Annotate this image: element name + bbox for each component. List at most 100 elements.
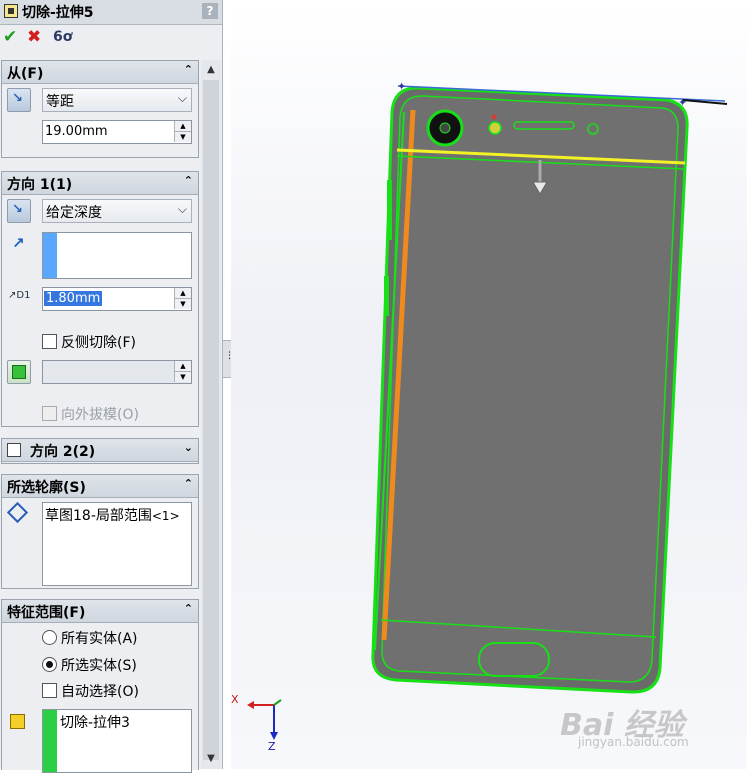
checkbox-box[interactable] [42, 683, 57, 698]
radio-circle[interactable] [42, 657, 57, 672]
action-bar: ✔ ✖ 6ơ [0, 25, 222, 52]
camera-lens [439, 122, 451, 134]
spin-down-icon: ▼ [174, 372, 191, 382]
solid-body-icon [10, 714, 25, 729]
triad-z-arrow [270, 732, 278, 740]
group-from: 从(F) ⌃ ↘ 等距 ⌵ 19.00mm ▲ ▼ [1, 60, 199, 158]
end-condition-value: 给定深度 [46, 205, 102, 221]
flip-side-checkbox[interactable]: 反侧切除(F) [42, 332, 136, 352]
spin-up-icon[interactable]: ▲ [174, 121, 191, 132]
all-bodies-label: 所有实体(A) [61, 631, 138, 647]
expand-icon[interactable]: ⌄ [184, 441, 193, 454]
group-from-title: 从(F) [7, 66, 44, 82]
selected-bodies-label: 所选实体(S) [61, 658, 137, 674]
chevron-down-icon: ⌵ [177, 91, 187, 105]
flash [488, 121, 502, 135]
bodies-list[interactable]: 切除-拉伸3 [42, 709, 192, 773]
side-button [387, 180, 392, 240]
body-item[interactable]: 切除-拉伸3 [60, 712, 130, 732]
group-contours: 所选轮廓(S) ⌃ 草图18-局部范围<1> [1, 474, 199, 589]
spin-down-icon[interactable]: ▼ [174, 299, 191, 309]
checkbox-box[interactable] [42, 334, 57, 349]
draft-angle-input: ▲ ▼ [42, 360, 192, 384]
detailed-preview-icon[interactable]: 6ơ [53, 27, 72, 47]
selection-color-bar [43, 710, 57, 772]
spin-down-icon[interactable]: ▼ [174, 132, 191, 142]
offset-input[interactable]: 19.00mm ▲ ▼ [42, 120, 192, 144]
selected-bodies-radio[interactable]: 所选实体(S) [42, 655, 137, 675]
collapse-icon[interactable]: ⌃ [184, 602, 193, 615]
group-contours-title: 所选轮廓(S) [7, 480, 86, 496]
triad-x-label: X [231, 693, 239, 706]
start-condition-icon: ↘ [7, 88, 31, 112]
group-feature-scope-title: 特征范围(F) [7, 605, 86, 621]
group-direction1-title: 方向 1(1) [7, 177, 73, 193]
cancel-x-icon[interactable]: ✖ [27, 27, 41, 47]
scroll-up-icon[interactable]: ▲ [203, 62, 219, 78]
start-condition-select[interactable]: 等距 ⌵ [42, 88, 192, 112]
auto-select-label: 自动选择(O) [61, 684, 139, 700]
graphics-viewport[interactable]: ✦ ✦ [231, 0, 747, 769]
model-view[interactable]: ✦ ✦ [231, 0, 747, 769]
property-manager: 切除-拉伸5 ? ✔ ✖ 6ơ ▲ ▼ 从(F) ⌃ ↘ 等距 ⌵ 19.00m… [0, 0, 223, 773]
group-contours-header[interactable]: 所选轮廓(S) ⌃ [2, 475, 198, 498]
flip-side-label: 反侧切除(F) [61, 335, 136, 351]
group-direction1: 方向 1(1) ⌃ ↘ 给定深度 ⌵ ↗ ↗D1 1.80mm ▲ ▼ 反侧切除… [1, 171, 199, 427]
help-button[interactable]: ? [202, 3, 218, 19]
offset-value: 19.00mm [45, 124, 108, 139]
reference-triad [247, 699, 282, 740]
radio-circle[interactable] [42, 630, 57, 645]
scroll-down-icon[interactable]: ▼ [203, 751, 219, 767]
depth-input[interactable]: 1.80mm ▲ ▼ [42, 287, 192, 311]
group-direction2: 方向 2(2) ⌄ [1, 438, 199, 464]
group-direction1-header[interactable]: 方向 1(1) ⌃ [2, 172, 198, 195]
group-feature-scope: 特征范围(F) ⌃ 所有实体(A) 所选实体(S) 自动选择(O) 切除-拉伸3 [1, 599, 199, 773]
triad-z-label: Z [268, 740, 276, 753]
contour-item-index: <1> [151, 509, 180, 523]
depth-dimension-icon: ↗D1 [8, 290, 31, 301]
phone-inner-outline [381, 95, 679, 683]
cube-icon [12, 365, 26, 379]
feature-title-bar: 切除-拉伸5 ? [0, 0, 222, 25]
draft-on-off-button[interactable] [7, 360, 31, 384]
start-condition-value: 等距 [46, 94, 74, 110]
direction2-checkbox[interactable] [7, 443, 21, 457]
sketch-point-icon: ✦ [397, 80, 406, 93]
group-direction2-header[interactable]: 方向 2(2) ⌄ [2, 439, 198, 462]
direction-vector-list[interactable] [42, 232, 192, 279]
collapse-icon[interactable]: ⌃ [184, 63, 193, 76]
group-from-header[interactable]: 从(F) ⌃ [2, 61, 198, 84]
collapse-icon[interactable]: ⌃ [184, 477, 193, 490]
side-button [384, 276, 389, 316]
group-direction2-title: 方向 2(2) [30, 444, 96, 460]
all-bodies-radio[interactable]: 所有实体(A) [42, 628, 138, 648]
draft-outward-checkbox: 向外拔模(O) [42, 404, 139, 424]
property-manager-scrollbar[interactable]: ▲ ▼ [201, 60, 221, 769]
collapse-icon[interactable]: ⌃ [184, 174, 193, 187]
feature-title: 切除-拉伸5 [22, 5, 94, 21]
contours-list[interactable]: 草图18-局部范围<1> [42, 502, 192, 586]
sketch-point-icon: ✦ [678, 96, 687, 109]
selection-color-bar [43, 233, 57, 278]
end-condition-select[interactable]: 给定深度 ⌵ [42, 199, 192, 223]
contour-item-name: 草图18-局部范围 [45, 508, 152, 524]
triad-y-axis [273, 699, 282, 706]
triad-x-arrow [247, 701, 254, 709]
ok-check-icon[interactable]: ✔ [3, 27, 17, 47]
checkbox-box [42, 406, 57, 421]
draft-outward-label: 向外拔模(O) [61, 407, 139, 423]
group-feature-scope-header[interactable]: 特征范围(F) ⌃ [2, 600, 198, 623]
auto-select-checkbox[interactable]: 自动选择(O) [42, 681, 139, 701]
depth-value: 1.80mm [44, 291, 103, 306]
cut-extrude-icon [4, 4, 18, 18]
direction-vector-icon: ↗ [12, 234, 25, 252]
contour-icon [6, 501, 29, 524]
contour-item[interactable]: 草图18-局部范围<1> [45, 505, 180, 525]
spin-up-icon: ▲ [174, 361, 191, 372]
chevron-down-icon: ⌵ [177, 202, 187, 216]
reverse-direction-button[interactable]: ↘ [7, 199, 31, 223]
scroll-thumb[interactable] [203, 80, 219, 760]
watermark-url: jingyan.baidu.com [578, 735, 689, 749]
spin-up-icon[interactable]: ▲ [174, 288, 191, 299]
phone-model[interactable]: ✦ ✦ [371, 80, 728, 694]
